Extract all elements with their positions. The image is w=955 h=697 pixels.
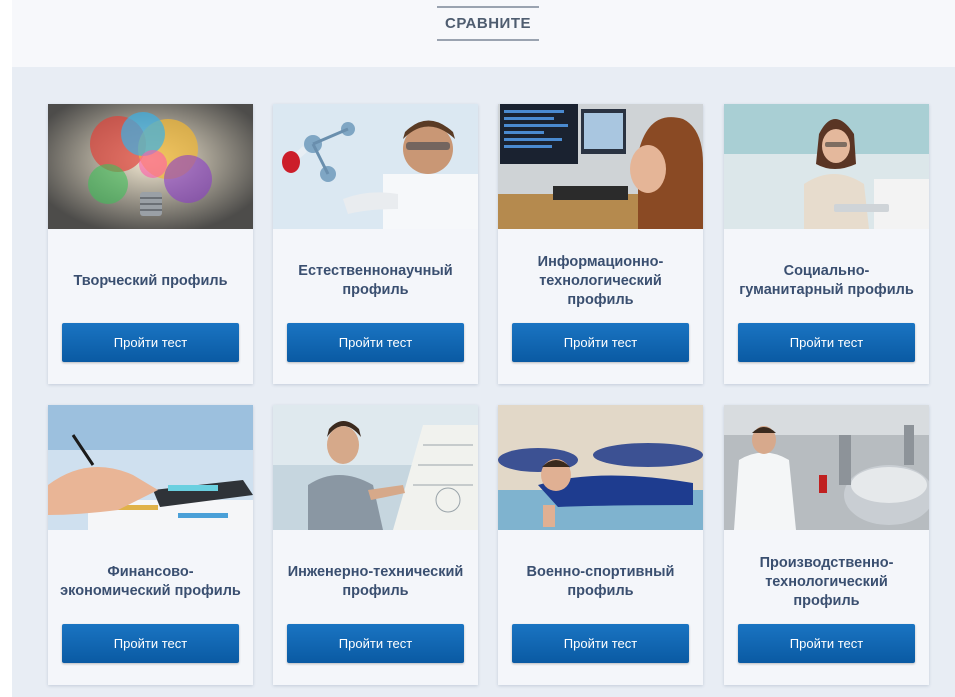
profile-card-creative: Творческий профиль Пройти тест [48,104,253,384]
take-test-button[interactable]: Пройти тест [287,323,464,362]
lab-scientist-photo [273,104,478,229]
colorful-lightbulb-photo [48,104,253,229]
profile-title: Творческий профиль [73,272,228,289]
take-test-button[interactable]: Пройти тест [512,323,689,362]
page: СРАВНИТЕ Творческий профиль Пройти тест … [0,0,955,697]
profile-card-natural-science: Естественнонаучный профиль Пройти тест [273,104,478,384]
pushups-photo [498,405,703,530]
profile-title: Производственно-технологический профиль [759,554,894,609]
profile-title: Финансово-экономический профиль [60,564,241,599]
profile-title: Социально-гуманитарный профиль [739,263,914,298]
calculator-photo [48,405,253,530]
woman-with-tablet-photo [724,104,929,229]
computer-workstation-photo [498,104,703,229]
take-test-button[interactable]: Пройти тест [738,624,915,663]
profile-title: Естественнонаучный профиль [298,263,453,298]
engineer-drawing-photo [273,405,478,530]
profile-card-it: Информационно-технологический профиль Пр… [498,104,703,384]
take-test-button[interactable]: Пройти тест [62,323,239,362]
compare-tab[interactable]: СРАВНИТЕ [437,6,539,41]
profile-card-production: Производственно-технологический профиль … [724,405,929,685]
take-test-button[interactable]: Пройти тест [738,323,915,362]
profile-title: Информационно-технологический профиль [537,253,664,308]
profile-card-military-sport: Военно-спортивный профиль Пройти тест [498,405,703,685]
profile-card-finance: Финансово-экономический профиль Пройти т… [48,405,253,685]
profile-card-social-humanities: Социально-гуманитарный профиль Пройти те… [724,104,929,384]
take-test-button[interactable]: Пройти тест [512,624,689,663]
profile-title: Военно-спортивный профиль [526,564,675,599]
factory-worker-photo [724,405,929,530]
take-test-button[interactable]: Пройти тест [287,624,464,663]
profile-title: Инженерно-технический профиль [287,564,464,599]
take-test-button[interactable]: Пройти тест [62,624,239,663]
profile-card-engineering: Инженерно-технический профиль Пройти тес… [273,405,478,685]
